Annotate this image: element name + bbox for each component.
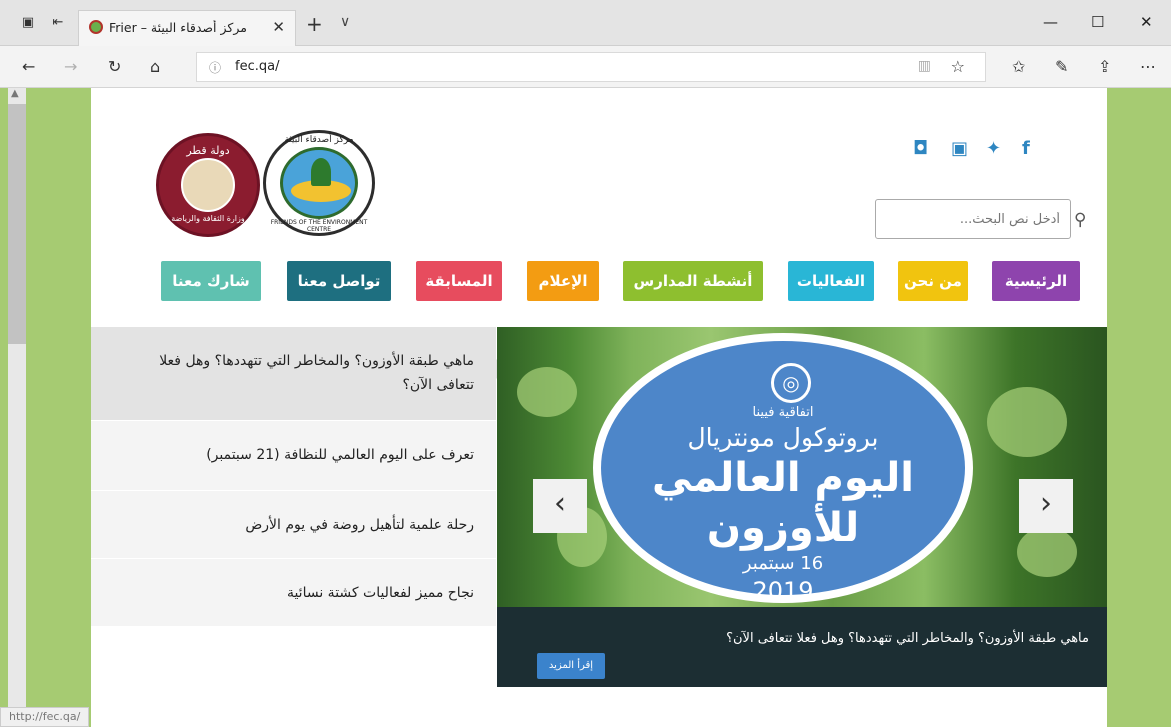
ozone-day-graphic: ◎ اتفاقية فيينا بروتوكول مونتريال اليوم … (593, 333, 973, 605)
browser-tab[interactable]: مركز أصدقاء البيئة – Frier ✕ (78, 10, 296, 46)
browser-nav-bar: ← → ↻ ⌂ ⓘ fec.qa/ ▥ ☆ ✩ ✎ ⇪ ⋯ (0, 46, 1171, 88)
featured-slider[interactable]: ◎ اتفاقية فيينا بروتوكول مونتريال اليوم … (497, 327, 1107, 687)
favorites-list-icon[interactable]: ✩ (1012, 57, 1025, 76)
youtube-icon[interactable]: ▣ (951, 138, 968, 159)
slide-caption-text: ماهي طبقة الأوزون؟ والمخاطر التي تتهددها… (726, 631, 1089, 646)
page-viewport: ▲ دولة قطر وزارة الثقافة والرياضة مركز أ… (0, 88, 1171, 727)
pen-notes-icon[interactable]: ✎ (1055, 57, 1068, 76)
tab-actions-icon[interactable]: ▣ (20, 15, 36, 31)
menu-media[interactable]: الإعلام (527, 261, 599, 301)
more-menu-icon[interactable]: ⋯ (1140, 57, 1156, 76)
twitter-icon[interactable]: ✦ (986, 138, 1001, 159)
tab-preview-chevron-icon[interactable]: ∨ (340, 14, 350, 30)
slide-caption: ماهي طبقة الأوزون؟ والمخاطر التي تتهددها… (497, 607, 1107, 687)
home-icon[interactable]: ⌂ (150, 57, 160, 76)
search-box (875, 199, 1071, 239)
instagram-icon[interactable]: ◘ (913, 138, 928, 159)
menu-school-activities[interactable]: أنشطة المدارس (623, 261, 763, 301)
site-favicon-icon (89, 20, 103, 34)
menu-events[interactable]: الفعاليات (788, 261, 874, 301)
facebook-icon[interactable]: f (1022, 138, 1030, 159)
scroll-up-icon[interactable]: ▲ (11, 88, 19, 99)
qatar-ministry-logo[interactable]: دولة قطر وزارة الثقافة والرياضة (156, 133, 260, 237)
dhow-emblem-icon (181, 158, 235, 212)
menu-participate[interactable]: شارك معنا (161, 261, 261, 301)
slider-prev-button[interactable]: ‹ (533, 479, 587, 533)
browser-tab-bar: ▣ ⇤ مركز أصدقاء البيئة – Frier ✕ + ∨ — ☐… (0, 0, 1171, 46)
slider-next-button[interactable]: › (1019, 479, 1073, 533)
menu-competition[interactable]: المسابقة (416, 261, 502, 301)
news-item[interactable]: رحلة علمية لتأهيل روضة في يوم الأرض (91, 491, 496, 559)
read-more-button[interactable]: إقرأ المزيد (537, 653, 605, 679)
refresh-icon[interactable]: ↻ (108, 57, 121, 76)
close-tab-icon[interactable]: ✕ (272, 18, 285, 36)
status-url: http://fec.qa/ (0, 707, 90, 727)
page-content: دولة قطر وزارة الثقافة والرياضة مركز أصد… (91, 88, 1107, 727)
news-list: ماهي طبقة الأوزون؟ والمخاطر التي تتهددها… (91, 327, 506, 627)
news-item[interactable]: تعرف على اليوم العالمي للنظافة (21 سبتمب… (91, 421, 496, 491)
new-tab-icon[interactable]: + (306, 12, 323, 36)
palm-tree-icon (311, 158, 331, 186)
close-window-icon[interactable]: ✕ (1140, 13, 1153, 31)
site-info-icon[interactable]: ⓘ (209, 59, 221, 76)
news-item[interactable]: نجاح مميز لفعاليات كشتة نسائية (91, 559, 496, 627)
maximize-icon[interactable]: ☐ (1091, 13, 1104, 31)
forward-icon[interactable]: → (64, 57, 77, 76)
minimize-icon[interactable]: — (1043, 13, 1058, 31)
menu-home[interactable]: الرئيسية (992, 261, 1080, 301)
reading-view-icon[interactable]: ▥ (918, 58, 931, 74)
un-emblem-icon: ◎ (771, 363, 811, 403)
set-tabs-aside-icon[interactable]: ⇤ (50, 15, 66, 31)
back-icon[interactable]: ← (22, 57, 35, 76)
share-icon[interactable]: ⇪ (1098, 57, 1111, 76)
news-item[interactable]: ماهي طبقة الأوزون؟ والمخاطر التي تتهددها… (91, 327, 506, 421)
search-input[interactable] (882, 205, 1068, 233)
favorite-star-icon[interactable]: ☆ (951, 57, 965, 76)
search-icon[interactable]: ⚲ (1074, 210, 1086, 230)
fec-emblem-icon (280, 147, 358, 219)
menu-contact[interactable]: تواصل معنا (287, 261, 391, 301)
tab-title: مركز أصدقاء البيئة – Frier (109, 20, 247, 35)
fec-logo[interactable]: مركز أصدقاء البيئة FRIENDS OF THE ENVIRO… (263, 130, 375, 236)
menu-about[interactable]: من نحن (898, 261, 968, 301)
address-bar[interactable]: ⓘ fec.qa/ ▥ ☆ (196, 52, 986, 82)
scrollbar-thumb[interactable] (8, 104, 26, 344)
address-url[interactable]: fec.qa/ (235, 59, 279, 74)
